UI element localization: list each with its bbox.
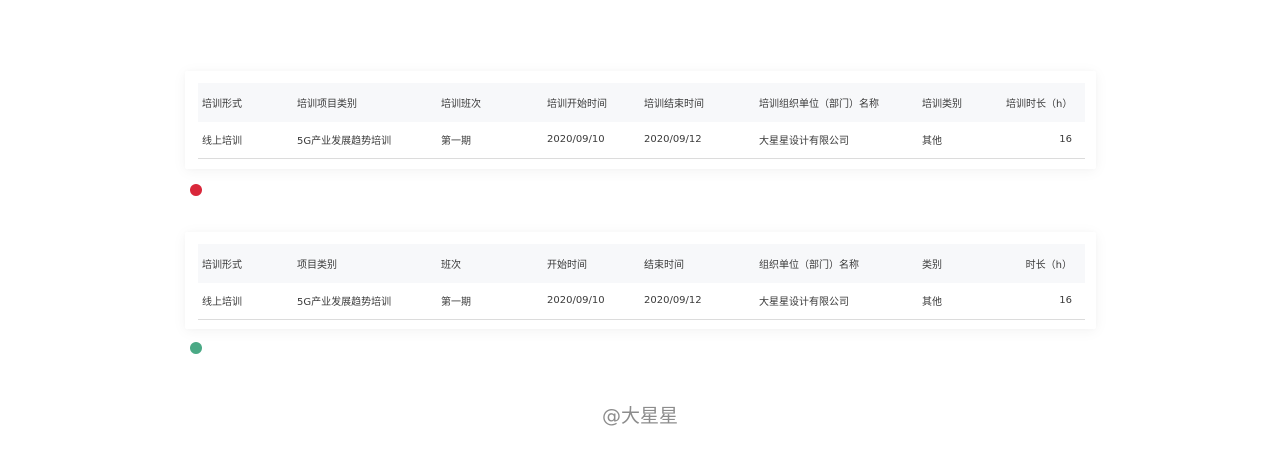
header-start-time: 开始时间 <box>547 260 587 271</box>
good-example-dot <box>190 342 202 354</box>
training-table-after: 培训形式 项目类别 班次 开始时间 结束时间 组织单位（部门）名称 类别 时长（… <box>198 244 1085 320</box>
table-header-row: 培训形式 培训项目类别 培训班次 培训开始时间 培训结束时间 培训组织单位（部门… <box>198 83 1085 122</box>
bad-example-dot <box>190 184 202 196</box>
table-header-row: 培训形式 项目类别 班次 开始时间 结束时间 组织单位（部门）名称 类别 时长（… <box>198 244 1085 283</box>
cell-end-time: 2020/09/12 <box>644 134 702 146</box>
header-start-time: 培训开始时间 <box>547 99 607 110</box>
header-form: 培训形式 <box>202 260 242 271</box>
header-end-time: 结束时间 <box>644 260 684 271</box>
cell-category: 其他 <box>922 136 942 148</box>
header-duration: 时长（h） <box>1025 260 1072 271</box>
header-category: 类别 <box>922 260 942 271</box>
cell-category: 其他 <box>922 297 942 309</box>
table-card-after: 培训形式 项目类别 班次 开始时间 结束时间 组织单位（部门）名称 类别 时长（… <box>185 232 1096 329</box>
table-card-before: 培训形式 培训项目类别 培训班次 培训开始时间 培训结束时间 培训组织单位（部门… <box>185 71 1096 169</box>
header-end-time: 培训结束时间 <box>644 99 704 110</box>
header-organizer: 培训组织单位（部门）名称 <box>759 99 879 110</box>
table-row[interactable]: 线上培训 5G产业发展趋势培训 第一期 2020/09/10 2020/09/1… <box>198 283 1085 319</box>
cell-end-time: 2020/09/12 <box>644 295 702 307</box>
cell-duration: 16 <box>1059 134 1072 146</box>
cell-session: 第一期 <box>441 136 471 148</box>
header-project-category: 项目类别 <box>297 260 337 271</box>
cell-organizer: 大星星设计有限公司 <box>759 297 849 309</box>
table-row[interactable]: 线上培训 5G产业发展趋势培训 第一期 2020/09/10 2020/09/1… <box>198 122 1085 158</box>
header-category: 培训类别 <box>922 99 962 110</box>
training-table-before: 培训形式 培训项目类别 培训班次 培训开始时间 培训结束时间 培训组织单位（部门… <box>198 83 1085 159</box>
author-watermark: @大星星 <box>601 405 678 427</box>
cell-duration: 16 <box>1059 295 1072 307</box>
cell-start-time: 2020/09/10 <box>547 295 605 307</box>
header-organizer: 组织单位（部门）名称 <box>759 260 859 271</box>
cell-project-category: 5G产业发展趋势培训 <box>297 297 392 309</box>
cell-project-category: 5G产业发展趋势培训 <box>297 136 392 148</box>
cell-organizer: 大星星设计有限公司 <box>759 136 849 148</box>
cell-session: 第一期 <box>441 297 471 309</box>
header-session: 培训班次 <box>441 99 481 110</box>
header-project-category: 培训项目类别 <box>297 99 357 110</box>
cell-form: 线上培训 <box>202 297 242 309</box>
header-duration: 培训时长（h） <box>1006 99 1073 110</box>
header-form: 培训形式 <box>202 99 242 110</box>
header-session: 班次 <box>441 260 461 271</box>
cell-start-time: 2020/09/10 <box>547 134 605 146</box>
cell-form: 线上培训 <box>202 136 242 148</box>
